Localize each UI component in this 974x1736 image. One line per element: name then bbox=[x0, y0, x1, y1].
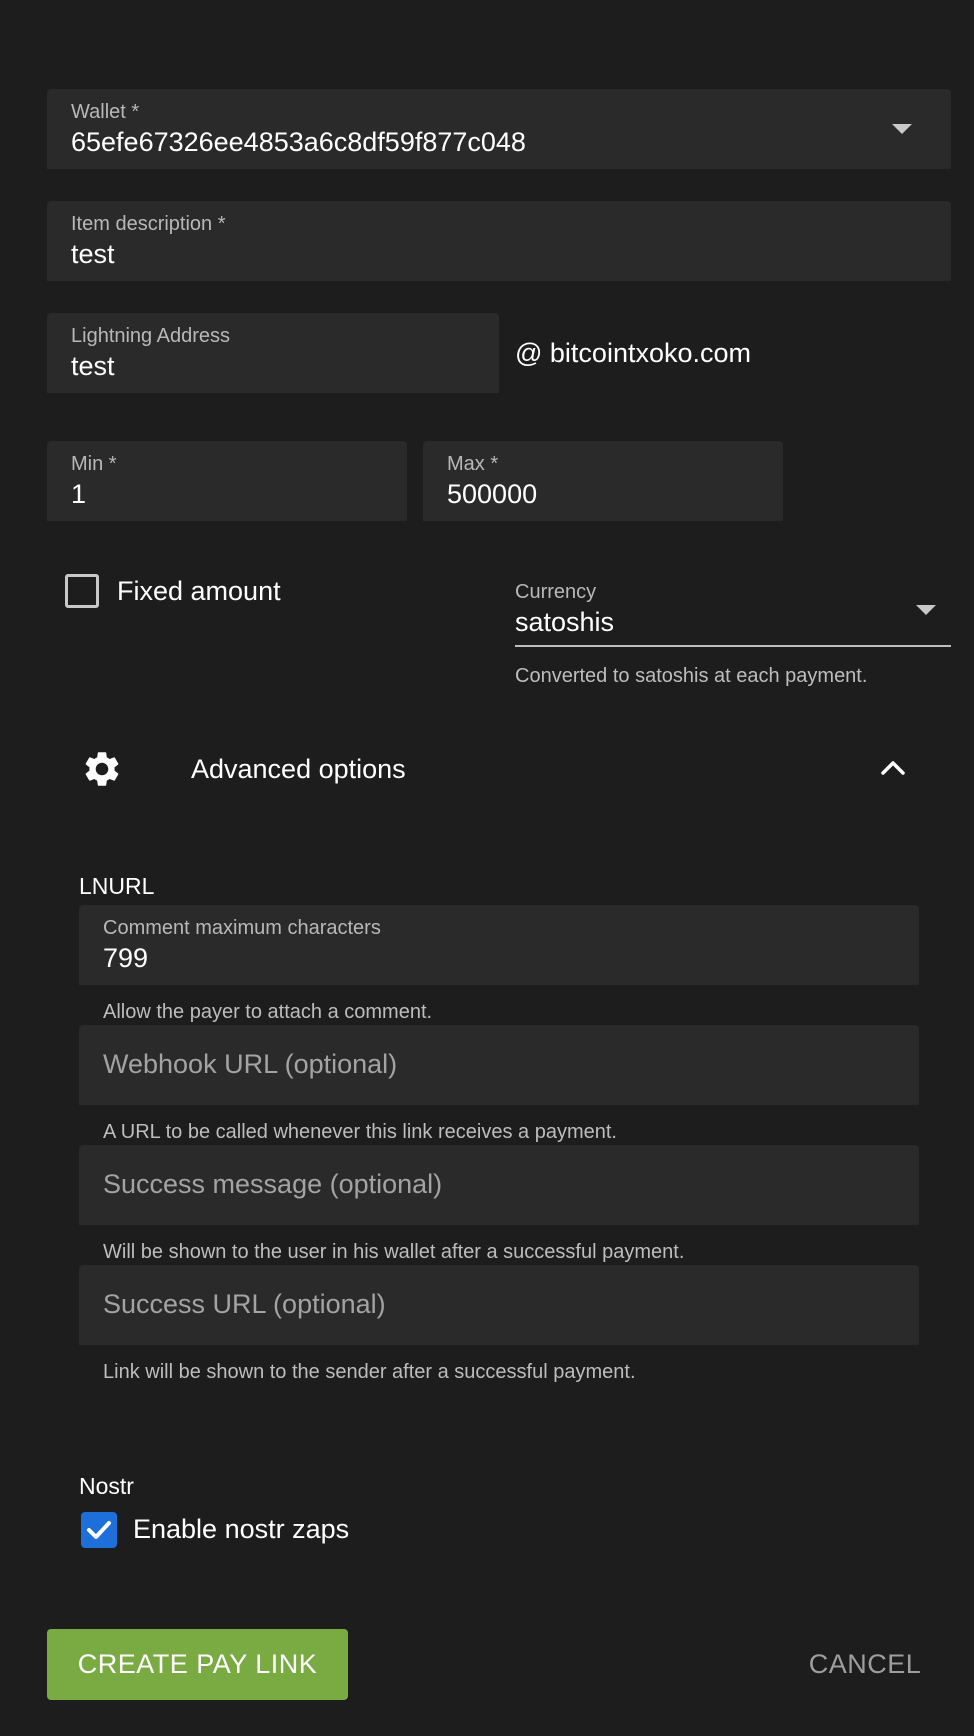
item-description-label: Item description * bbox=[71, 213, 226, 235]
chevron-down-icon bbox=[916, 605, 936, 615]
advanced-options-label: Advanced options bbox=[191, 754, 406, 784]
fixed-amount-checkbox[interactable] bbox=[65, 574, 99, 608]
currency-select[interactable]: Currency satoshis bbox=[515, 577, 951, 647]
webhook-hint: A URL to be called whenever this link re… bbox=[103, 1121, 617, 1143]
currency-hint: Converted to satoshis at each payment. bbox=[515, 665, 868, 687]
max-label: Max * bbox=[447, 453, 499, 475]
success-message-placeholder: Success message (optional) bbox=[103, 1169, 443, 1199]
item-description-value: test bbox=[71, 239, 115, 269]
max-amount-input[interactable]: Max * 500000 bbox=[423, 441, 783, 521]
enable-nostr-zaps-checkbox[interactable] bbox=[81, 1512, 117, 1548]
enable-nostr-zaps-label: Enable nostr zaps bbox=[133, 1514, 350, 1544]
lnurl-section-label: LNURL bbox=[79, 873, 155, 899]
chevron-down-icon bbox=[892, 124, 912, 134]
comment-hint: Allow the payer to attach a comment. bbox=[103, 1001, 433, 1023]
comment-max-chars-input[interactable]: Comment maximum characters 799 bbox=[79, 905, 919, 985]
success-url-input[interactable]: Success URL (optional) bbox=[79, 1265, 919, 1345]
lightning-domain-suffix: @ bitcointxoko.com bbox=[515, 338, 751, 368]
wallet-label: Wallet * bbox=[71, 101, 140, 123]
webhook-url-input[interactable]: Webhook URL (optional) bbox=[79, 1025, 919, 1105]
min-amount-input[interactable]: Min * 1 bbox=[47, 441, 407, 521]
success-message-input[interactable]: Success message (optional) bbox=[79, 1145, 919, 1225]
gear-icon bbox=[85, 752, 119, 786]
success-url-placeholder: Success URL (optional) bbox=[103, 1289, 386, 1319]
wallet-select[interactable]: Wallet * 65efe67326ee4853a6c8df59f877c04… bbox=[47, 89, 951, 169]
comment-max-chars-value: 799 bbox=[103, 943, 149, 973]
create-pay-link-button[interactable]: CREATE PAY LINK bbox=[47, 1629, 348, 1700]
success-url-hint: Link will be shown to the sender after a… bbox=[103, 1361, 636, 1383]
min-value: 1 bbox=[71, 479, 87, 509]
cancel-button[interactable]: CANCEL bbox=[790, 1629, 940, 1700]
max-value: 500000 bbox=[447, 479, 538, 509]
lightning-address-value: test bbox=[71, 351, 115, 381]
chevron-up-icon bbox=[881, 761, 905, 775]
currency-label: Currency bbox=[515, 581, 597, 603]
success-message-hint: Will be shown to the user in his wallet … bbox=[103, 1241, 685, 1263]
item-description-input[interactable]: Item description * test bbox=[47, 201, 951, 281]
advanced-options-toggle[interactable]: Advanced options bbox=[47, 724, 951, 814]
min-label: Min * bbox=[71, 453, 117, 475]
fixed-amount-label: Fixed amount bbox=[117, 576, 281, 606]
lightning-address-label: Lightning Address bbox=[71, 325, 231, 347]
checkmark-icon bbox=[87, 1521, 111, 1539]
webhook-url-placeholder: Webhook URL (optional) bbox=[103, 1049, 398, 1079]
lightning-address-input[interactable]: Lightning Address test bbox=[47, 313, 499, 393]
comment-max-chars-label: Comment maximum characters bbox=[103, 917, 381, 939]
wallet-value: 65efe67326ee4853a6c8df59f877c048 bbox=[71, 127, 526, 157]
currency-value: satoshis bbox=[515, 607, 615, 637]
nostr-section-label: Nostr bbox=[79, 1473, 134, 1499]
